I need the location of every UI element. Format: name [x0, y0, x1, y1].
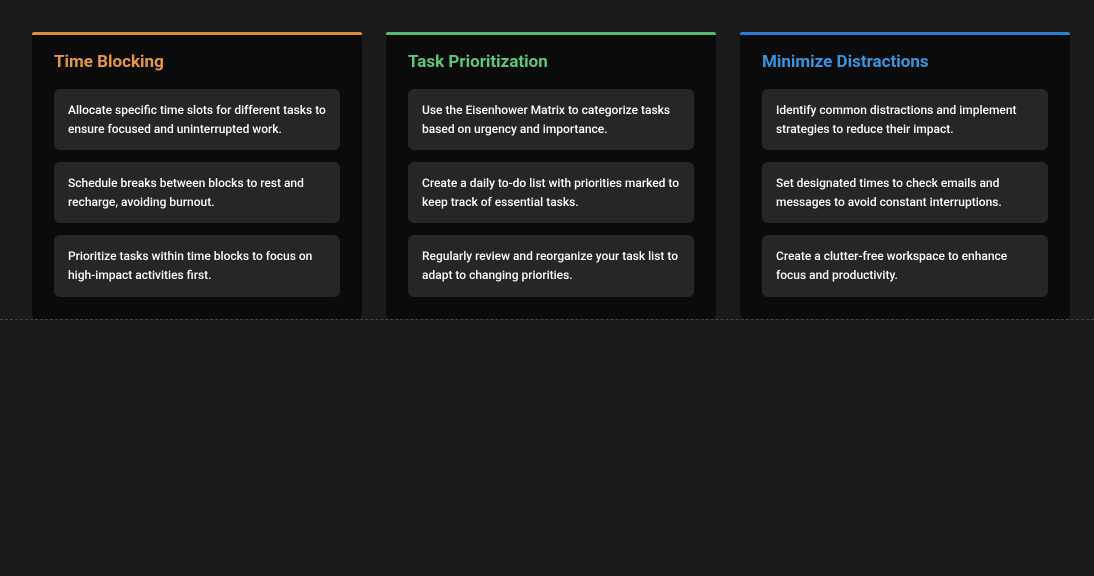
tip-item: Use the Eisenhower Matrix to categorize … [408, 89, 694, 150]
cards-scroller[interactable]: Time Blocking Allocate specific time slo… [0, 0, 1094, 320]
card-minimize-distractions: Minimize Distractions Identify common di… [740, 32, 1070, 319]
tip-item: Regularly review and reorganize your tas… [408, 235, 694, 296]
card-accent [386, 32, 716, 35]
card-title: Task Prioritization [408, 51, 694, 73]
tip-item: Schedule breaks between blocks to rest a… [54, 162, 340, 223]
card-title: Time Blocking [54, 51, 340, 73]
tip-item: Create a clutter-free workspace to enhan… [762, 235, 1048, 296]
tip-item: Identify common distractions and impleme… [762, 89, 1048, 150]
card-task-prioritization: Task Prioritization Use the Eisenhower M… [386, 32, 716, 319]
card-time-blocking: Time Blocking Allocate specific time slo… [32, 32, 362, 319]
card-accent [740, 32, 1070, 35]
tip-item: Set designated times to check emails and… [762, 162, 1048, 223]
card-title: Minimize Distractions [762, 51, 1048, 73]
tip-item: Create a daily to-do list with prioritie… [408, 162, 694, 223]
card-accent [32, 32, 362, 35]
tip-item: Allocate specific time slots for differe… [54, 89, 340, 150]
tip-item: Prioritize tasks within time blocks to f… [54, 235, 340, 296]
